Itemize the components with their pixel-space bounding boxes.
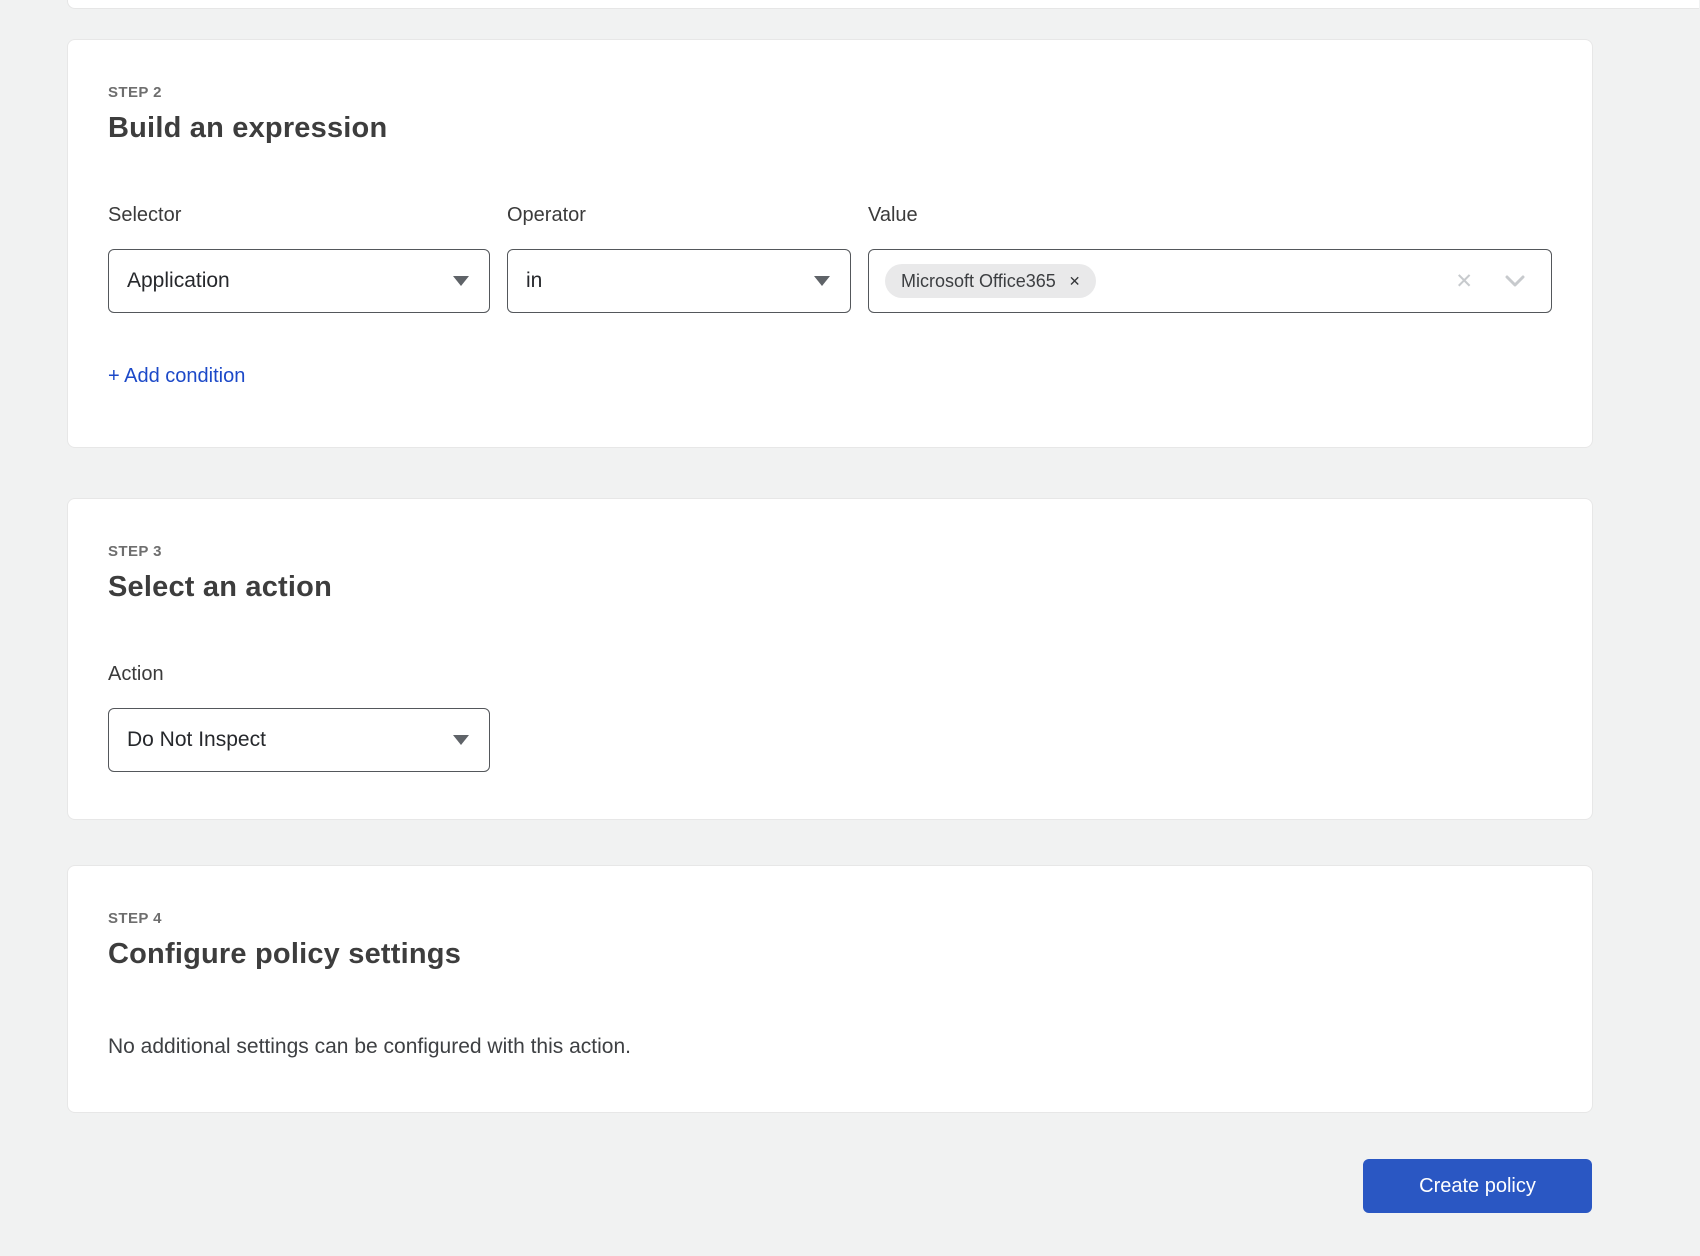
create-policy-button[interactable]: Create policy (1363, 1159, 1592, 1213)
step-3-card: STEP 3 Select an action Action Do Not In… (67, 498, 1593, 820)
chevron-down-icon (814, 276, 830, 286)
selector-selected-value: Application (127, 269, 230, 293)
expression-fields-row: Selector Application Operator in Value M… (108, 203, 1552, 313)
selector-label: Selector (108, 203, 490, 227)
multiselect-icons: ✕ (1455, 271, 1525, 292)
step-3-label: STEP 3 (108, 543, 1552, 560)
clear-all-icon[interactable]: ✕ (1455, 271, 1473, 292)
action-field-group: Action Do Not Inspect (108, 662, 490, 772)
operator-field-group: Operator in (507, 203, 851, 313)
step-2-card: STEP 2 Build an expression Selector Appl… (67, 39, 1593, 448)
operator-label: Operator (507, 203, 851, 227)
value-tag: Microsoft Office365 ✕ (885, 264, 1096, 298)
step-4-title: Configure policy settings (108, 937, 1552, 971)
chevron-down-icon (453, 276, 469, 286)
action-dropdown[interactable]: Do Not Inspect (108, 708, 490, 772)
chevron-down-icon (453, 735, 469, 745)
add-condition-link[interactable]: + Add condition (108, 365, 245, 388)
selector-field-group: Selector Application (108, 203, 490, 313)
value-label: Value (868, 203, 1552, 227)
value-tag-text: Microsoft Office365 (901, 271, 1056, 292)
value-field-group: Value Microsoft Office365 ✕ ✕ (868, 203, 1552, 313)
remove-tag-icon[interactable]: ✕ (1069, 274, 1081, 288)
step-2-label: STEP 2 (108, 84, 1552, 101)
operator-selected-value: in (526, 269, 542, 293)
policy-builder-page: STEP 2 Build an expression Selector Appl… (0, 0, 1700, 1256)
step-4-label: STEP 4 (108, 910, 1552, 927)
action-selected-value: Do Not Inspect (127, 728, 266, 752)
action-fields-row: Action Do Not Inspect (108, 662, 1552, 772)
step-2-title: Build an expression (108, 111, 1552, 145)
previous-card-bottom-edge (67, 0, 1699, 9)
selector-dropdown[interactable]: Application (108, 249, 490, 313)
action-label: Action (108, 662, 490, 686)
operator-dropdown[interactable]: in (507, 249, 851, 313)
step-3-title: Select an action (108, 570, 1552, 604)
no-settings-note: No additional settings can be configured… (108, 1035, 1552, 1059)
step-4-card: STEP 4 Configure policy settings No addi… (67, 865, 1593, 1113)
value-multiselect-input[interactable]: Microsoft Office365 ✕ ✕ (868, 249, 1552, 313)
chevron-down-icon[interactable] (1505, 275, 1525, 287)
